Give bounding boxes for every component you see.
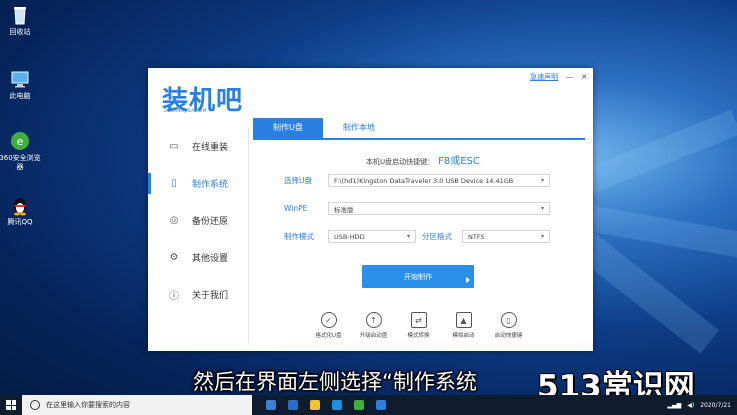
tool-bar: ✓ 格式化U盘 ↑ 升级启动盘 ⇄ 模式转换 ▲ 模拟启动 ▯ 启动快捷键 (306, 312, 531, 339)
start-make-button[interactable]: 开始制作 (362, 265, 474, 288)
desktop-icon-browser[interactable]: e 360安全浏览器 (0, 130, 42, 172)
mode-select-row: 制作模式 USB-HDD ▾ 分区格式 NTFS ▾ (284, 230, 550, 243)
video-subtitle: 然后在界面左侧选择“制作系统 (193, 370, 477, 394)
mode-select-value: USB-HDD (334, 232, 365, 241)
winpe-select-label: WinPE (284, 204, 308, 213)
sidebar-item-label: 在线重装 (192, 143, 229, 153)
usb-icon: ▯ (171, 178, 177, 189)
qq-penguin-icon (9, 194, 31, 216)
tab-make-local[interactable]: 制作本地 (323, 118, 395, 138)
monitor-icon: ▭ (169, 141, 179, 152)
browser-360-taskbar-icon[interactable] (354, 400, 364, 410)
usb-select-label: 选择U盘 (284, 176, 312, 185)
sidebar-item-other-settings[interactable]: ⚙ 其他设置 (148, 239, 248, 276)
convert-icon: ⇄ (410, 312, 427, 328)
start-button[interactable] (0, 395, 22, 415)
sidebar-item-label: 关于我们 (192, 291, 229, 301)
chevron-down-icon: ▾ (540, 205, 544, 212)
volume-icon[interactable]: ◀) (687, 402, 694, 409)
sidebar-item-about[interactable]: ⓘ 关于我们 (148, 276, 248, 313)
chevron-down-icon: ▾ (540, 177, 544, 184)
sidebar-item-label: 其他设置 (192, 254, 229, 264)
file-explorer-icon[interactable] (310, 400, 320, 410)
usb-select-value: F:\(hd1)Kingston DataTraveler 3.0 USB De… (334, 176, 514, 185)
tab-bar: 制作U盘 制作本地 (253, 118, 585, 140)
system-tray: ▂▄▆ ◀) 2020/7/21 (667, 395, 731, 415)
desktop-icon-qq[interactable]: 腾讯QQ (0, 194, 42, 227)
store-icon[interactable] (332, 400, 342, 410)
computer-icon (9, 68, 31, 90)
tool-mode-convert[interactable]: ⇄ 模式转换 (396, 312, 441, 339)
sidebar-item-label: 备份还原 (192, 217, 229, 227)
tool-label: 升级启动盘 (359, 333, 388, 339)
desktop-icon-label: 此电脑 (9, 92, 31, 100)
clock-date[interactable]: 2020/7/21 (700, 402, 731, 409)
tool-format-usb[interactable]: ✓ 格式化U盘 (306, 312, 351, 339)
mode-select-label: 制作模式 (284, 232, 314, 241)
network-icon[interactable]: ▂▄▆ (667, 402, 681, 409)
svg-text:e: e (17, 135, 24, 148)
zhuangjiba-taskbar-icon[interactable] (376, 400, 386, 410)
tool-simulate-boot[interactable]: ▲ 模拟启动 (441, 312, 486, 339)
winpe-select-value: 标准版 (334, 205, 354, 214)
tool-upgrade-boot[interactable]: ↑ 升级启动盘 (351, 312, 396, 339)
app-logo-subtitle: ZHUANGJIBA.COM (164, 108, 207, 113)
sidebar-divider (248, 128, 249, 343)
upgrade-icon: ↑ (365, 312, 382, 328)
tool-label: 启动快捷键 (494, 333, 523, 339)
gear-icon: ⚙ (169, 252, 179, 263)
partition-select[interactable]: NTFS ▾ (462, 230, 550, 243)
tool-label: 模拟启动 (452, 333, 475, 339)
backup-icon: ◎ (169, 215, 179, 226)
winpe-select[interactable]: 标准版 ▾ (328, 202, 550, 215)
recycle-bin-icon (9, 4, 31, 26)
sidebar-item-backup-restore[interactable]: ◎ 备份还原 (148, 202, 248, 239)
shortcut-hint-key: F8或ESC (438, 156, 480, 167)
taskbar-search[interactable]: 在这里输入你要搜索的内容 (22, 395, 252, 415)
simulate-icon: ▲ (455, 312, 472, 328)
partition-select-label: 分区格式 (422, 232, 452, 241)
partition-select-value: NTFS (468, 232, 485, 241)
task-view-icon[interactable] (266, 400, 276, 410)
taskbar-apps (266, 400, 386, 410)
edge-icon[interactable] (288, 400, 298, 410)
sidebar-nav: ▭ 在线重装 ▯ 制作系统 ◎ 备份还原 ⚙ 其他设置 ⓘ 关于我们 (148, 128, 248, 313)
mode-select[interactable]: USB-HDD ▾ (328, 230, 416, 243)
desktop-icon-recycle-bin[interactable]: 回收站 (0, 4, 42, 37)
taskbar: 在这里输入你要搜索的内容 ▂▄▆ ◀) 2020/7/21 (0, 395, 737, 415)
mouse-cursor-icon (466, 277, 470, 283)
sidebar-item-label: 制作系统 (192, 180, 229, 190)
mouse-icon: ▯ (500, 312, 517, 328)
chevron-down-icon: ▾ (406, 233, 410, 240)
close-button[interactable]: ✕ (581, 73, 587, 81)
cortana-icon (30, 400, 40, 410)
sidebar-item-online-reinstall[interactable]: ▭ 在线重装 (148, 128, 248, 165)
disclaimer-link[interactable]: 急速声明 (530, 72, 558, 82)
tool-label: 模式转换 (407, 333, 430, 339)
shortcut-hint: 本机U盘启动快捷键： F8或ESC (366, 152, 480, 167)
browser-360-icon: e (9, 130, 31, 152)
app-window: 装机吧 ZHUANGJIBA.COM 急速声明 — ✕ ▭ 在线重装 ▯ 制作系… (148, 68, 593, 351)
tool-boot-shortcut[interactable]: ▯ 启动快捷键 (486, 312, 531, 339)
usb-select-row: 选择U盘 F:\(hd1)Kingston DataTraveler 3.0 U… (284, 174, 550, 187)
taskbar-search-placeholder: 在这里输入你要搜索的内容 (46, 401, 130, 409)
windows-logo-icon (6, 400, 16, 410)
desktop-icon-label: 360安全浏览器 (0, 154, 41, 171)
winpe-select-row: WinPE 标准版 ▾ (284, 202, 550, 215)
info-icon: ⓘ (169, 291, 179, 302)
desktop-icon-computer[interactable]: 此电脑 (0, 68, 42, 101)
window-controls: 急速声明 — ✕ (530, 72, 587, 82)
tool-label: 格式化U盘 (315, 333, 342, 339)
shortcut-hint-label: 本机U盘启动快捷键： (366, 158, 435, 166)
minimize-button[interactable]: — (566, 73, 573, 81)
sidebar-item-make-system[interactable]: ▯ 制作系统 (148, 165, 248, 202)
check-circle-icon: ✓ (320, 312, 337, 328)
desktop-icon-label: 回收站 (9, 28, 31, 36)
chevron-down-icon: ▾ (540, 233, 544, 240)
tab-make-usb[interactable]: 制作U盘 (253, 118, 323, 138)
desktop-icon-label: 腾讯QQ (7, 218, 33, 226)
usb-select[interactable]: F:\(hd1)Kingston DataTraveler 3.0 USB De… (328, 174, 550, 187)
